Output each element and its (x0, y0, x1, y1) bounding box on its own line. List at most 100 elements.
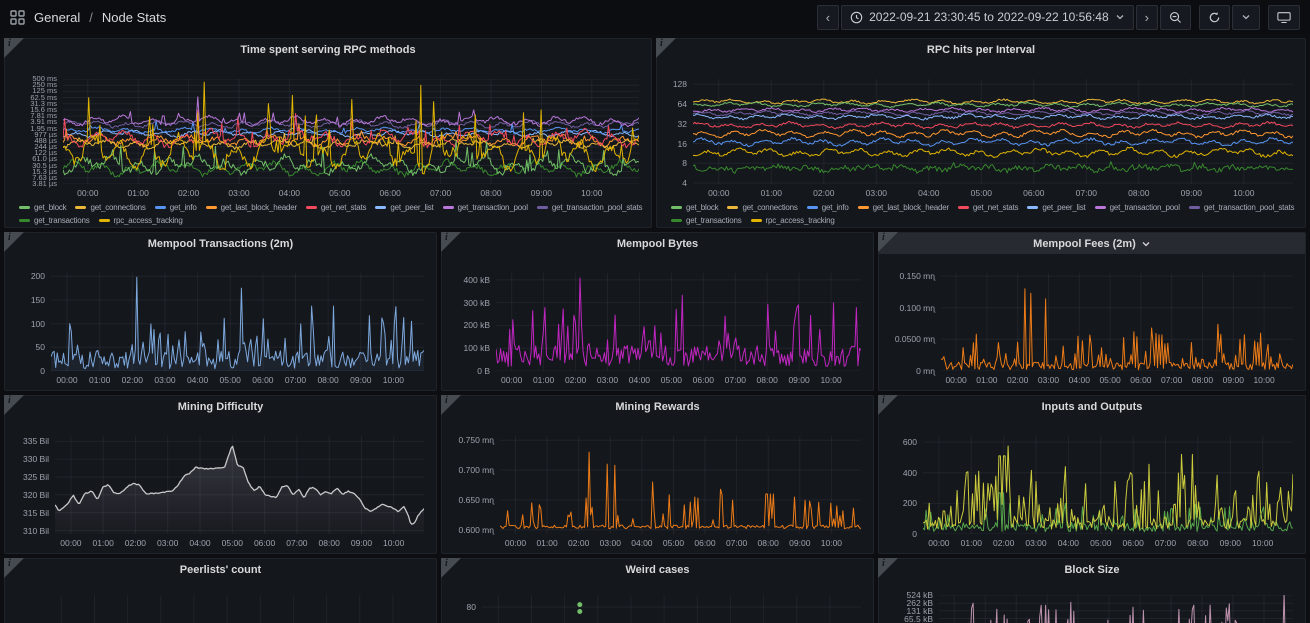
legend-item-get_transaction_pool[interactable]: get_transaction_pool (443, 203, 528, 212)
panel-info-corner-icon[interactable]: i (878, 558, 898, 578)
panel-info-corner-icon[interactable]: i (441, 395, 461, 415)
panel-title[interactable]: RPC hits per Interval (657, 44, 1305, 56)
breadcrumb: General / Node Stats (10, 10, 166, 25)
panel-title[interactable]: Peerlists' count (5, 564, 436, 576)
legend-item-get_transaction_pool[interactable]: get_transaction_pool (1095, 203, 1180, 212)
legend-item-get_transactions[interactable]: get_transactions (19, 216, 90, 225)
refresh-interval-dropdown[interactable] (1232, 5, 1260, 30)
panel-info-corner-icon[interactable]: i (878, 232, 898, 252)
panel-info-corner-icon[interactable]: i (656, 38, 676, 58)
legend-item-get_info[interactable]: get_info (155, 203, 197, 212)
panel-mempool_fees: iMempool Fees (2m)0.150 mɳ0.100 mɳ0.0500… (878, 232, 1306, 391)
legend-item-get_last_block_header[interactable]: get_last_block_header (206, 203, 297, 212)
legend-item-get_transaction_pool_stats[interactable]: get_transaction_pool_stats (1189, 203, 1294, 212)
panel-title[interactable]: Mining Difficulty (5, 401, 436, 413)
y-axis-tick: 200 (5, 272, 45, 281)
breadcrumb-title[interactable]: Node Stats (102, 10, 166, 25)
y-axis-tick: 0.750 mɳ (442, 436, 494, 445)
panel-info-corner-icon[interactable]: i (4, 232, 24, 252)
x-axis-tick: 09:00 (1173, 188, 1209, 198)
y-axis-tick: 335 Bil (5, 437, 49, 446)
legend-item-rpc_access_tracking[interactable]: rpc_access_tracking (751, 216, 835, 225)
x-axis-tick: 09:00 (343, 375, 379, 385)
legend-item-get_last_block_header[interactable]: get_last_block_header (858, 203, 949, 212)
x-axis-tick: 08:00 (310, 375, 346, 385)
panel-title-text: RPC hits per Interval (927, 44, 1035, 56)
legend-item-get_transaction_pool_stats[interactable]: get_transaction_pool_stats (537, 203, 642, 212)
breadcrumb-section[interactable]: General (34, 10, 80, 25)
chart-mempool_tx[interactable] (51, 273, 424, 371)
zoom-out-button[interactable] (1160, 5, 1191, 30)
series-color-dash (375, 206, 386, 209)
panel-info-corner-icon[interactable]: i (4, 558, 24, 578)
legend-item-get_peer_list[interactable]: get_peer_list (375, 203, 433, 212)
legend-item-get_info[interactable]: get_info (807, 203, 849, 212)
legend-label: get_last_block_header (221, 203, 297, 212)
panel-title[interactable]: Inputs and Outputs (879, 401, 1305, 413)
x-axis-tick: 05:00 (322, 188, 358, 198)
x-axis-tick: 04:00 (271, 188, 307, 198)
y-axis-tick: 16 (657, 140, 687, 149)
y-axis-tick: 0.100 mɳ (879, 304, 935, 313)
legend-item-get_net_stats[interactable]: get_net_stats (306, 203, 366, 212)
panel-rewards: iMining Rewards0.750 mɳ0.700 mɳ0.650 mɳ0… (441, 395, 874, 554)
chart-rpc_hits[interactable] (693, 79, 1293, 184)
chart-peerlists[interactable] (45, 595, 424, 623)
chart-blocksize[interactable] (939, 595, 1293, 623)
chart-io[interactable] (923, 436, 1293, 534)
chevron-down-icon (1241, 12, 1251, 22)
legend-item-get_net_stats[interactable]: get_net_stats (958, 203, 1018, 212)
legend-label: get_transactions (686, 216, 742, 225)
legend-item-get_transactions[interactable]: get_transactions (671, 216, 742, 225)
legend-item-get_connections[interactable]: get_connections (75, 203, 145, 212)
info-icon: i (882, 558, 885, 569)
y-axis-tick: 50 (5, 343, 45, 352)
legend-item-get_block[interactable]: get_block (671, 203, 718, 212)
zoom-out-icon (1169, 11, 1182, 24)
y-axis-tick: 3.81 µs (5, 180, 57, 187)
series-color-dash (19, 206, 30, 209)
panel-title[interactable]: Mining Rewards (442, 401, 873, 413)
time-range-picker[interactable]: 2022-09-21 23:30:45 to 2022-09-22 10:56:… (841, 5, 1134, 30)
legend-item-rpc_access_tracking[interactable]: rpc_access_tracking (99, 216, 183, 225)
info-icon: i (8, 232, 11, 243)
legend-item-get_block[interactable]: get_block (19, 203, 66, 212)
time-back-button[interactable]: ‹ (817, 5, 839, 30)
panel-title[interactable]: Mempool Bytes (442, 238, 873, 250)
x-axis-tick: 04:00 (1050, 538, 1086, 548)
panel-title[interactable]: Weird cases (442, 564, 873, 576)
panel-info-corner-icon[interactable]: i (4, 395, 24, 415)
panel-title[interactable]: Time spent serving RPC methods (5, 44, 651, 56)
chart-rewards[interactable] (500, 436, 861, 534)
chart-weird[interactable] (482, 595, 861, 623)
series-color-dash (306, 206, 317, 209)
series-color-dash (75, 206, 86, 209)
legend-item-get_connections[interactable]: get_connections (727, 203, 797, 212)
legend-item-get_peer_list[interactable]: get_peer_list (1027, 203, 1085, 212)
y-axis-tick: 100 kB (442, 344, 490, 353)
x-axis-tick: 05:00 (963, 188, 999, 198)
panel-info-corner-icon[interactable]: i (878, 395, 898, 415)
chart-difficulty[interactable] (55, 436, 424, 534)
x-axis-tick: 06:00 (685, 375, 721, 385)
panel-info-corner-icon[interactable]: i (441, 558, 461, 578)
panel-title[interactable]: Mempool Transactions (2m) (5, 238, 436, 250)
x-axis-tick: 10:00 (1226, 188, 1262, 198)
x-axis-tick: 08:00 (311, 538, 347, 548)
y-axis-tick: 0.600 mɳ (442, 526, 494, 535)
panel-title[interactable]: Mempool Fees (2m) (879, 233, 1305, 254)
chart-mempool_fees[interactable] (941, 273, 1293, 371)
y-axis-tick: 32 (657, 120, 687, 129)
panel-title[interactable]: Block Size (879, 564, 1305, 576)
x-axis-tick: 03:00 (858, 188, 894, 198)
panel-info-corner-icon[interactable]: i (441, 232, 461, 252)
panel-info-corner-icon[interactable]: i (4, 38, 24, 58)
chart-rpc_time[interactable] (63, 79, 639, 184)
chart-mempool_bytes[interactable] (496, 273, 861, 371)
cycle-view-button[interactable] (1268, 5, 1300, 30)
time-forward-button[interactable]: › (1136, 5, 1158, 30)
refresh-button[interactable] (1199, 5, 1230, 30)
x-axis-tick: 10:00 (574, 188, 610, 198)
y-axis-tick: 0.0500 mɳ (879, 335, 935, 344)
panel-weird: iWeird cases8000:0001:0002:0003:0004:000… (441, 558, 874, 623)
